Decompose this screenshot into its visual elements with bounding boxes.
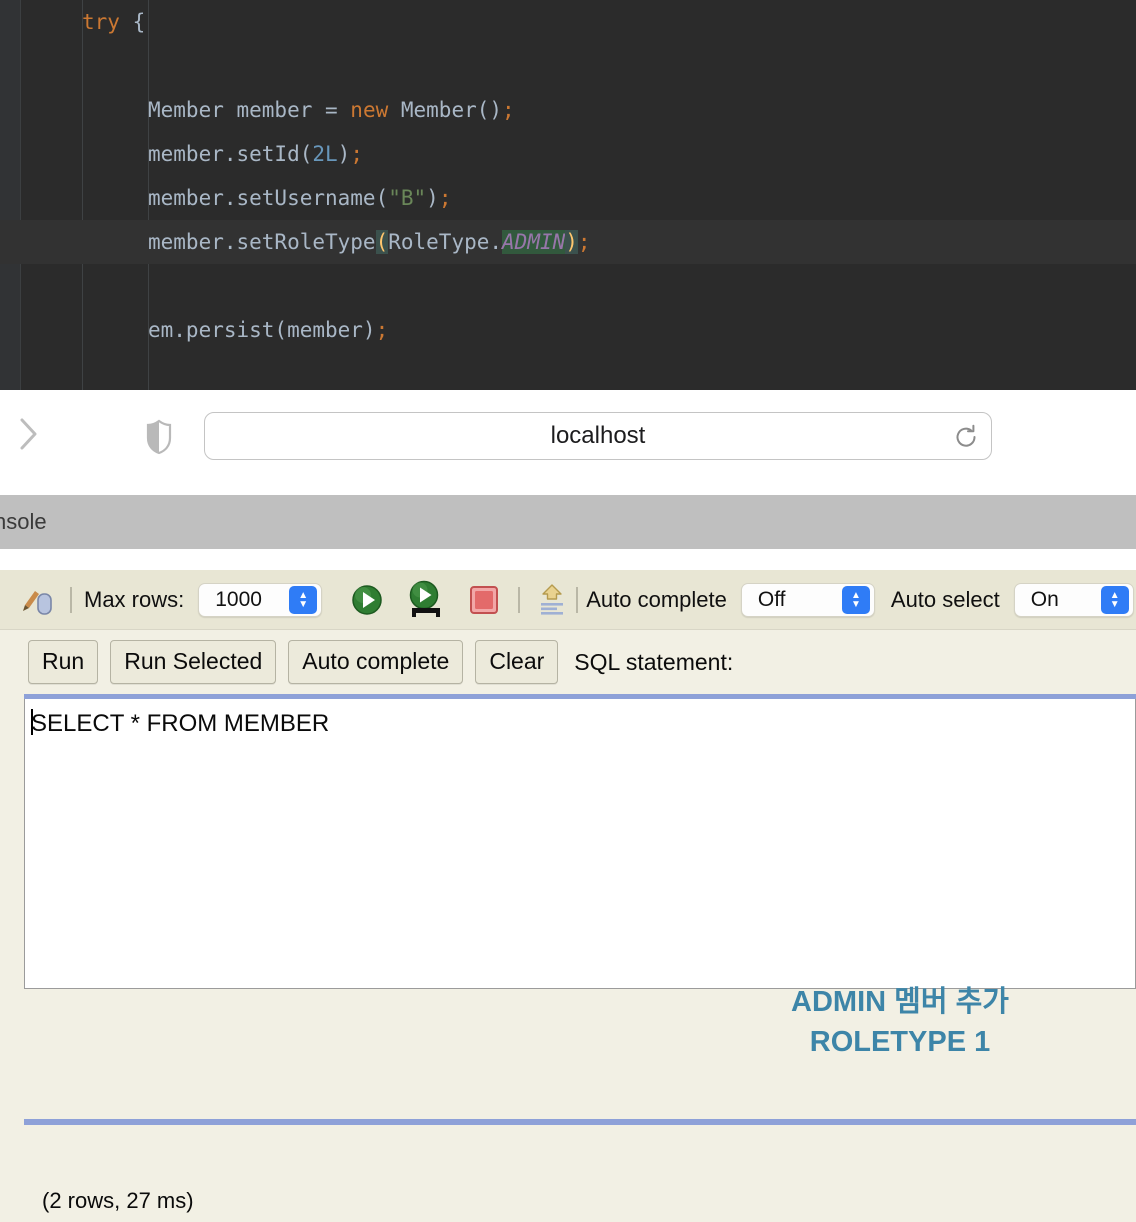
code-token: member.setId( [148,142,313,166]
reload-icon[interactable] [951,422,981,452]
run-button[interactable]: Run [28,640,99,684]
code-token: ; [438,186,452,210]
code-token: ; [577,230,591,254]
code-token: "B" [388,186,427,210]
auto-complete-select[interactable]: Off ▲ ▼ [740,582,875,617]
h2-toolbar: Max rows: 1000 ▲ ▼ Auto complete Off ▲ ▼… [0,570,1136,630]
auto-select-value: On [1030,587,1059,611]
toolbar-divider-3 [576,586,579,613]
auto-complete-button[interactable]: Auto complete [288,640,464,684]
max-rows-select[interactable]: 1000 ▲ ▼ [198,582,323,617]
sql-input[interactable]: SELECT * FROM MEMBER [24,699,1136,989]
code-token: ; [350,142,363,166]
code-token: RoleType. [388,230,503,254]
h2-console-tab-strip[interactable]: nsole [0,495,1136,549]
auto-complete-value: Off [757,587,786,611]
auto-complete-arrow-icon[interactable] [532,582,572,618]
max-rows-value: 1000 [215,587,262,611]
code-token: try [82,10,133,34]
h2-button-row: Run Run Selected Auto complete Clear SQL… [0,634,1136,690]
code-token: em.persist(member) [148,318,376,342]
max-rows-label: Max rows: [84,586,185,612]
code-token: member.setRoleType [148,230,376,254]
code-token: ) [337,142,351,166]
sql-editor-wrap: SELECT * FROM MEMBER [24,694,1136,1222]
browser-toolbar: localhost [0,390,1136,495]
url-bar[interactable]: localhost [204,412,992,460]
url-text: localhost [550,422,646,449]
code-line: Member member = new Member(); [0,88,1136,132]
ide-code-pane[interactable]: try {Member member = new Member(); member… [0,0,1136,390]
chevron-updown-icon[interactable]: ▲ ▼ [841,585,870,614]
run-selected-green-play-icon[interactable] [402,580,450,620]
code-token: Member() [388,98,503,122]
result-stats: (2 rows, 27 ms) [42,1188,194,1213]
code-line: member.setUsername("B"); [0,176,1136,220]
sql-editor-bottom-rule [24,1119,1136,1125]
code-token: Member member = [148,98,351,122]
sql-statement-label: SQL statement: [574,648,734,675]
code-line: em.persist(member); [0,308,1136,352]
pencil-edit-icon[interactable] [18,583,58,617]
chevron-updown-icon[interactable]: ▲ ▼ [289,585,318,614]
code-token: new [350,98,389,122]
toolbar-divider-1 [70,586,72,613]
code-token: ( [375,230,389,254]
shield-icon[interactable] [142,418,176,456]
code-token: member.setUsername( [148,186,389,210]
h2-console-tab-label: nsole [0,509,47,534]
chevron-right-icon[interactable] [12,414,46,454]
stop-red-square-icon[interactable] [464,585,504,615]
code-line: member.setId(2L); [0,132,1136,176]
auto-select-label: Auto select [890,586,1000,612]
code-token: ; [375,318,389,342]
code-token: ; [502,98,515,122]
code-line: member.setRoleType(RoleType.ADMIN); [0,220,1136,264]
code-token: 2L [312,142,338,166]
toolbar-divider-2 [518,586,521,613]
code-token: { [132,10,146,34]
run-selected-button[interactable]: Run Selected [110,640,277,684]
auto-select-select[interactable]: On ▲ ▼ [1013,582,1134,617]
chevron-updown-icon[interactable]: ▲ ▼ [1100,585,1129,614]
code-token: ) [426,186,439,210]
code-token: ADMIN [502,230,566,254]
code-line: try { [0,0,1136,44]
code-token: ) [565,230,578,254]
sql-input-value: SELECT * FROM MEMBER [31,710,330,737]
clear-button[interactable]: Clear [475,640,559,684]
run-green-play-icon[interactable] [346,583,388,617]
h2-console: Max rows: 1000 ▲ ▼ Auto complete Off ▲ ▼… [0,570,1136,1222]
screenshot-root: try {Member member = new Member(); member… [0,0,1136,1222]
auto-complete-label: Auto complete [586,586,727,612]
